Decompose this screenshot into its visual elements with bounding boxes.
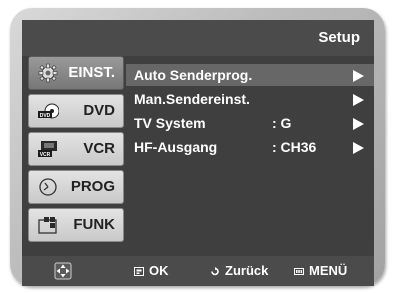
sidebar-item-einst[interactable]: EINST. [28,56,124,90]
menu-button[interactable]: MENÜ [294,256,347,286]
title-bar: Setup [22,20,374,56]
menu-item-man-sendereinst[interactable]: Man.Sendereinst. [126,88,374,110]
arrow-right-icon [353,94,364,106]
sidebar-item-dvd[interactable]: DVD DVD [28,94,124,128]
vcr-tape-icon: VCR [38,141,57,158]
menu-label: MENÜ [309,263,348,278]
back-label: Zurück [225,263,269,278]
dvd-disc-icon: DVD [38,103,59,119]
page-title: Setup [318,29,360,46]
sidebar-item-label: DVD [83,102,115,119]
footer-bar: OK Zurück MENÜ [22,256,374,286]
ok-button[interactable]: OK [134,256,169,286]
menu-item-label: HF-Ausgang [134,139,218,155]
menu-item-value: : CH36 [272,139,317,155]
return-icon [211,267,219,276]
menu-item-hf-ausgang[interactable]: HF-Ausgang : CH36 [126,136,374,158]
menu-item-label: Man.Sendereinst. [134,91,250,107]
sidebar-item-prog[interactable]: PROG [28,170,124,204]
menu-item-auto-senderprog[interactable]: Auto Senderprog. [126,64,374,86]
gear-icon [38,63,58,83]
vcr-badge-text: VCR [40,152,51,158]
back-button[interactable]: Zurück [210,256,268,286]
ok-label: OK [149,263,169,278]
sidebar-item-label: FUNK [73,216,115,233]
sidebar-item-vcr[interactable]: VCR VCR [28,132,124,166]
dvd-badge-text: DVD [40,113,51,119]
enter-icon [134,267,144,277]
menu-item-value: : G [272,115,292,131]
menu-icon [294,268,304,276]
osd-screen: Setup EINST. DVD DVD VCR VCR PROG FUNK A… [22,20,374,286]
setup-menu: Auto Senderprog. Man.Sendereinst. TV Sys… [126,64,374,160]
menu-item-tv-system[interactable]: TV System : G [126,112,374,134]
arrow-right-icon [353,70,364,82]
arrow-right-icon [353,142,364,154]
sidebar-item-label: EINST. [68,64,115,81]
sidebar-item-label: PROG [70,178,115,195]
menu-item-label: TV System [134,115,206,131]
arrow-right-icon [353,118,364,130]
menu-item-label: Auto Senderprog. [134,67,253,83]
sidebar-item-funk[interactable]: FUNK [28,208,124,242]
sidebar-item-label: VCR [83,140,115,157]
timer-clock-icon [39,178,57,196]
sidebar: EINST. DVD DVD VCR VCR PROG FUNK [28,56,124,246]
function-grid-icon [38,217,57,234]
dpad-icon [54,262,72,280]
